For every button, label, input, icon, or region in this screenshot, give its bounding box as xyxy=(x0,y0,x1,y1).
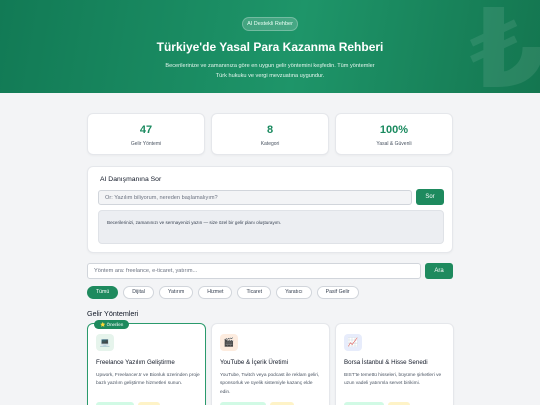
ai-answer-box: Becerilerinizi, zamanınızı ve sermayeniz… xyxy=(98,210,444,244)
recommended-badge: ⭐ Önerilen xyxy=(94,320,130,329)
page-subtitle: Becerilerinize ve zamanınıza göre en uyg… xyxy=(165,63,375,79)
filter-chip-all[interactable]: Tümü xyxy=(87,286,119,299)
stat-label: Kategori xyxy=(260,141,280,147)
ask-button[interactable]: Sor xyxy=(416,189,444,205)
filter-chip-service[interactable]: Hizmet xyxy=(198,286,233,299)
card-description: YouTube, Twitch veya podcast ile reklam … xyxy=(220,373,320,395)
ai-question-input[interactable] xyxy=(98,190,412,205)
stat-value: 100% xyxy=(379,124,409,136)
stat-card-methods: 47 Gelir Yöntemi xyxy=(87,113,205,155)
filter-chip-digital[interactable]: Dijital xyxy=(123,286,154,299)
filter-chip-passive[interactable]: Pasif Gelir xyxy=(316,286,359,299)
page-title: Türkiye'de Yasal Para Kazanma Rehberi xyxy=(156,40,384,54)
ai-advisor-card: AI Danışmanına Sor Sor Becerilerinizi, z… xyxy=(87,166,453,253)
method-card-freelance[interactable]: ⭐ Önerilen 💻 Freelance Yazılım Geliştirm… xyxy=(87,320,206,405)
section-title: Gelir Yöntemleri xyxy=(87,309,139,318)
clapper-icon: 🎬 xyxy=(220,334,238,351)
stat-label: Yasal & Güvenli xyxy=(376,141,412,147)
chart-up-icon: 📈 xyxy=(344,334,362,351)
ai-advisor-title: AI Danışmanına Sor xyxy=(100,176,162,183)
method-card-youtube[interactable]: 🎬 YouTube & İçerik Üretimi YouTube, Twit… xyxy=(211,323,330,405)
card-description: Upwork, Freelancer.tr ve Bionluk üzerind… xyxy=(96,373,200,387)
laptop-icon: 💻 xyxy=(96,334,114,351)
hero-banner: ₺ AI Destekli Rehber Türkiye'de Yasal Pa… xyxy=(0,0,540,93)
method-search-input[interactable] xyxy=(87,263,421,279)
method-card-bist[interactable]: 📈 Borsa İstanbul & Hisse Senedi BIST'te … xyxy=(335,323,454,405)
filter-chip-creative[interactable]: Yaratıcı xyxy=(276,286,312,299)
search-button[interactable]: Ara xyxy=(425,263,453,279)
stat-value: 8 xyxy=(266,124,274,136)
stat-card-categories: 8 Kategori xyxy=(211,113,329,155)
stat-label: Gelir Yöntemi xyxy=(130,141,162,147)
stat-value: 47 xyxy=(139,124,153,136)
filter-chip-trade[interactable]: Ticaret xyxy=(237,286,272,299)
filter-chip-investment[interactable]: Yatırım xyxy=(158,286,194,299)
card-title: Freelance Yazılım Geliştirme xyxy=(96,359,175,366)
category-filter-bar: Tümü Dijital Yatırım Hizmet Ticaret Yara… xyxy=(87,286,359,299)
ai-guide-badge: AI Destekli Rehber xyxy=(242,17,298,31)
card-title: Borsa İstanbul & Hisse Senedi xyxy=(344,359,428,366)
card-description: BIST'te temettü hisseleri, büyüme şirket… xyxy=(344,373,442,387)
card-title: YouTube & İçerik Üretimi xyxy=(220,359,288,366)
stat-card-legal: 100% Yasal & Güvenli xyxy=(335,113,453,155)
